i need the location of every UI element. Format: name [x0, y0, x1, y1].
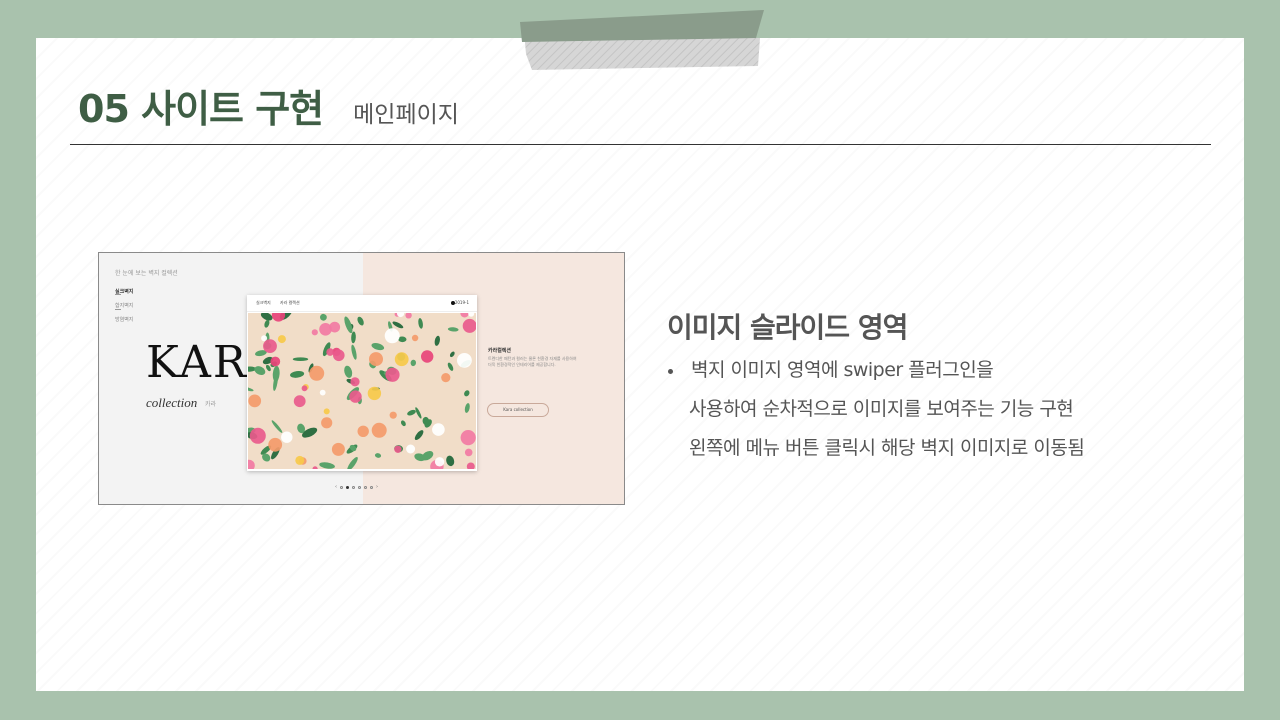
frame-nav-item: 실크벽지 [256, 300, 271, 305]
screenshot-menu-item-2: 합지벽지 [115, 303, 134, 309]
flower-shape [309, 365, 325, 381]
flower-shape [460, 430, 476, 446]
pager-dot [364, 486, 367, 489]
flower-shape [357, 425, 369, 437]
flower-shape [268, 437, 283, 452]
floral-wallpaper-image [248, 313, 476, 469]
brand-subtitle-kr: 카라 [205, 401, 217, 408]
frame-nav-item: 카라 컬렉션 [280, 300, 300, 305]
menu-divider [115, 309, 121, 310]
pager-dot [370, 486, 373, 489]
tape-decoration [520, 10, 764, 70]
flower-shape [261, 335, 268, 342]
menu-divider [115, 294, 121, 295]
flower-shape [385, 367, 400, 382]
side-text: 트렌디한 패턴과 컬러는 물론 친환경 자재를 사용하여 더욱 친환경적인 인테… [488, 356, 577, 367]
flower-shape [421, 350, 434, 363]
screenshot-tagline: 한 눈에 보는 벽지 컬렉션 [115, 270, 178, 277]
pager-dot [352, 486, 355, 489]
leaf-shape [292, 357, 309, 361]
description-line-1: 벽지 이미지 영역에 swiper 플러그인을 [691, 359, 994, 381]
section-heading: 이미지 슬라이드 영역 [667, 311, 908, 344]
flower-shape [389, 411, 397, 419]
flower-shape [319, 389, 326, 396]
flower-shape [457, 353, 472, 368]
flower-shape [434, 457, 445, 467]
flower-shape [384, 328, 400, 344]
flower-shape [249, 427, 266, 444]
title-divider [70, 144, 1211, 145]
flower-shape [331, 442, 345, 456]
flower-shape [333, 349, 345, 362]
slide-pager: ‹ › [335, 484, 378, 490]
flower-shape [248, 394, 262, 408]
kara-collection-button: Kara collection [487, 403, 549, 417]
flower-shape [371, 422, 387, 438]
flower-shape [301, 385, 308, 392]
page-title: 05 사이트 구현 [78, 87, 324, 131]
flower-shape [349, 390, 362, 403]
bullet-icon [668, 369, 673, 374]
page-subtitle: 메인페이지 [353, 102, 459, 128]
side-title: 카라컬렉션 [488, 348, 512, 354]
description-line-2: 사용하여 순차적으로 이미지를 보여주는 기능 구현 [689, 398, 1074, 420]
flower-shape [432, 423, 445, 436]
flower-shape [281, 431, 293, 443]
flower-shape [277, 335, 286, 344]
flower-shape [326, 348, 334, 356]
flower-shape [464, 448, 473, 457]
flower-shape [406, 444, 416, 454]
description-line-3: 왼쪽에 메뉴 버튼 클릭시 해당 벽지 이미지로 이동됨 [689, 437, 1085, 459]
flower-shape [263, 339, 277, 353]
pager-dot [358, 486, 361, 489]
flower-shape [411, 334, 419, 342]
flower-shape [311, 329, 318, 336]
flower-shape [323, 408, 330, 415]
flower-shape [270, 356, 281, 367]
flower-shape [367, 386, 382, 401]
floral-pattern-image [248, 313, 476, 469]
flower-shape [319, 323, 332, 336]
flower-shape [295, 455, 305, 465]
pager-dot [340, 486, 343, 489]
screenshot-menu-item-3: 방염벽지 [115, 317, 134, 323]
frame-nav: 실크벽지 카라 컬렉션 2019-1 [247, 295, 477, 312]
flower-shape [394, 352, 409, 367]
flower-shape [293, 395, 306, 408]
pager-dot-active [346, 486, 349, 489]
flower-shape [394, 445, 402, 453]
brand-subtitle: collection [146, 395, 198, 410]
pager-prev-icon: ‹ [335, 484, 337, 490]
flower-shape [369, 352, 383, 367]
website-screenshot: 한 눈에 보는 벽지 컬렉션 실크벽지 합지벽지 방염벽지 KARA colle… [98, 252, 625, 505]
wallpaper-frame: 실크벽지 카라 컬렉션 2019-1 [247, 295, 477, 471]
pager-next-icon: › [376, 484, 378, 490]
frame-nav-year: 2019-1 [454, 300, 469, 305]
flower-shape [441, 373, 451, 383]
flower-shape [321, 417, 333, 429]
flower-shape [350, 377, 360, 387]
